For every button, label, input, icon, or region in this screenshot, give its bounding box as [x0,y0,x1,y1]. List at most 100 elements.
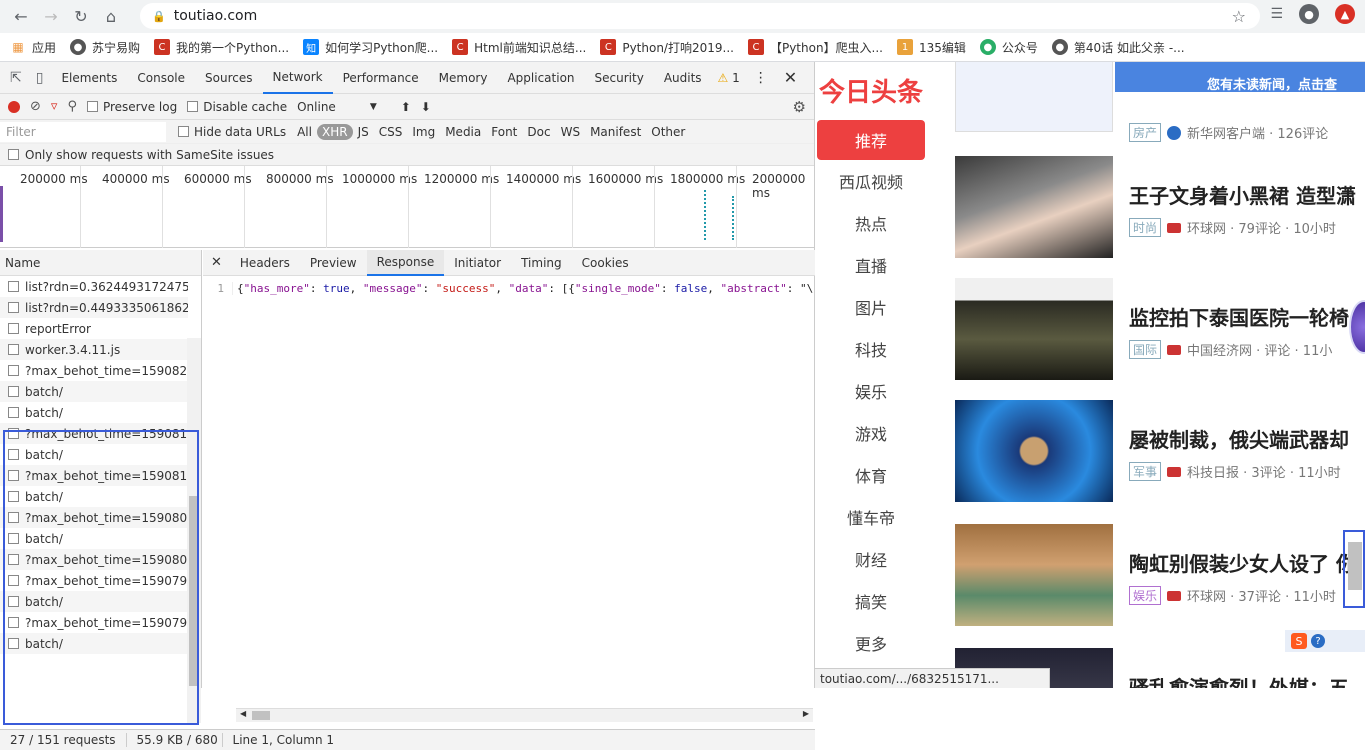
news-title[interactable]: 陶虹别假装少女人设了 你 [1129,548,1356,577]
response-code[interactable]: 1 {"has_more": true, "message": "success… [203,276,815,295]
reload-icon[interactable]: ↻ [66,2,96,32]
filter-type-other[interactable]: Other [646,125,690,139]
extension-icon[interactable]: ▲ [1335,4,1355,24]
news-title[interactable]: 王子文身着小黑裙 造型潇 [1129,180,1356,209]
home-icon[interactable]: ⌂ [96,2,126,32]
filter-input[interactable]: Filter [0,121,166,142]
device-toggle-icon[interactable]: ▯ [28,70,52,86]
import-icon[interactable]: ⬆ [401,100,411,114]
channel-nav-item[interactable]: 图片 [815,286,927,328]
filter-type-manifest[interactable]: Manifest [585,125,646,139]
channel-nav-item[interactable]: 热点 [815,202,927,244]
samesite-checkbox[interactable]: Only show requests with SameSite issues [0,144,814,166]
channel-nav-item[interactable]: 游戏 [815,412,927,454]
channel-nav-item[interactable]: 更多 [815,622,927,664]
preserve-log-checkbox[interactable]: Preserve log [86,100,177,114]
scroll-left-icon[interactable]: ◀ [240,709,246,718]
warning-badge[interactable]: ⚠ 1 [712,71,746,85]
site-logo[interactable]: 今日头条 [815,72,927,109]
news-item[interactable]: 王子文身着小黑裙 造型潇 时尚 环球网 · 79评论 · 10小时 [955,156,1365,258]
tab-security[interactable]: Security [585,62,654,94]
category-tag[interactable]: 娱乐 [1129,586,1162,605]
filter-type-xhr[interactable]: XHR [316,123,353,140]
news-item-top[interactable]: 您有未读新闻，点击查 房产 新华网客户端 · 126评论 [955,62,1365,142]
request-row[interactable]: ?max_behot_time=1590826807 [0,360,188,381]
category-tag[interactable]: 国际 [1129,340,1162,359]
bookmark-item[interactable]: 知如何学习Python爬... [303,39,438,56]
bookmark-item[interactable]: ● 苏宁易购 [70,39,140,56]
tab-performance[interactable]: Performance [333,62,429,94]
news-thumbnail[interactable] [955,278,1113,380]
filter-type-img[interactable]: Img [407,125,440,139]
news-thumbnail[interactable] [955,400,1113,502]
news-thumbnail[interactable] [955,524,1113,626]
news-thumbnail[interactable] [955,156,1113,258]
filter-type-ws[interactable]: WS [556,125,585,139]
profile-avatar-icon[interactable]: ● [1299,4,1319,24]
bookmark-item[interactable]: C Html前端知识总结... [452,39,586,56]
request-row[interactable]: batch/ [0,381,188,402]
network-overview-timeline[interactable]: 200000 ms 400000 ms 600000 ms 800000 ms … [0,166,814,248]
channel-nav-item[interactable]: 懂车帝 [815,496,927,538]
request-row[interactable]: list?rdn=0.44933350618626045 [0,297,188,318]
filter-type-font[interactable]: Font [486,125,522,139]
ime-toolbar[interactable]: S ? [1285,630,1365,652]
news-title[interactable]: 骚乱愈演愈烈！外媒：五 [1129,672,1349,688]
back-arrow-icon[interactable]: ← [6,2,36,32]
bookmark-item[interactable]: ● 公众号 [979,39,1038,56]
channel-nav-item[interactable]: 西瓜视频 [815,160,927,202]
channel-nav-item[interactable]: 娱乐 [815,370,927,412]
disable-cache-checkbox[interactable]: Disable cache [187,100,287,114]
filter-type-js[interactable]: JS [353,125,374,139]
close-icon[interactable]: ✕ [776,68,805,87]
bookmark-item[interactable]: ● 第40话 如此父亲 -... [1051,39,1185,56]
request-row[interactable]: worker.3.4.11.js [0,339,188,360]
channel-nav-item[interactable]: 搞笑 [815,580,927,622]
news-title[interactable]: 监控拍下泰国医院一轮椅 [1129,302,1349,331]
throttle-select[interactable]: Online ▼ [297,100,377,114]
tab-application[interactable]: Application [497,62,584,94]
bookmark-item[interactable]: 1 135编辑 [897,39,966,56]
filter-icon[interactable]: ▿ [51,99,58,114]
clear-icon[interactable]: ⊘ [30,99,41,114]
bookmark-apps[interactable]: ▦ 应用 [10,39,56,56]
request-row[interactable]: batch/ [0,402,188,423]
scrollbar-thumb[interactable] [252,711,270,720]
channel-nav-item[interactable]: 推荐 [817,120,925,160]
channel-nav-item[interactable]: 体育 [815,454,927,496]
channel-nav-item[interactable]: 直播 [815,244,927,286]
record-icon[interactable] [8,100,20,113]
close-detail-icon[interactable]: ✕ [203,255,230,270]
filter-type-media[interactable]: Media [440,125,486,139]
forward-arrow-icon[interactable]: → [36,2,66,32]
category-tag[interactable]: 时尚 [1129,218,1162,237]
hide-data-urls-checkbox[interactable]: Hide data URLs [178,125,286,139]
filter-type-css[interactable]: CSS [374,125,408,139]
scroll-right-icon[interactable]: ▶ [803,709,809,718]
news-item[interactable]: 屡被制裁，俄尖端武器却 军事 科技日报 · 3评论 · 11小时 [955,400,1365,502]
channel-nav-item[interactable]: 财经 [815,538,927,580]
inspect-icon[interactable]: ⇱ [0,70,28,86]
news-title[interactable]: 屡被制裁，俄尖端武器却 [1129,424,1349,453]
tab-preview[interactable]: Preview [300,250,367,276]
filter-type-all[interactable]: All [292,125,317,139]
tab-headers[interactable]: Headers [230,250,300,276]
tab-response[interactable]: Response [366,249,445,276]
request-row[interactable]: reportError [0,318,188,339]
search-icon[interactable]: ⚲ [67,99,77,114]
playlist-icon[interactable]: ☰ [1270,6,1283,22]
settings-gear-icon[interactable]: ⚙ [793,98,806,116]
category-tag[interactable]: 军事 [1129,462,1162,481]
tab-timing[interactable]: Timing [511,250,572,276]
bookmark-item[interactable]: C 【Python】爬虫入... [747,39,883,56]
tab-cookies[interactable]: Cookies [572,250,639,276]
tab-sources[interactable]: Sources [195,62,262,94]
filter-type-doc[interactable]: Doc [522,125,555,139]
tab-elements[interactable]: Elements [51,62,127,94]
more-menu-icon[interactable]: ⋮ [746,70,776,86]
star-icon[interactable]: ☆ [1232,7,1246,26]
tab-memory[interactable]: Memory [429,62,498,94]
tab-console[interactable]: Console [127,62,195,94]
tab-audits[interactable]: Audits [654,62,712,94]
bookmark-item[interactable]: C 我的第一个Python... [154,39,289,56]
